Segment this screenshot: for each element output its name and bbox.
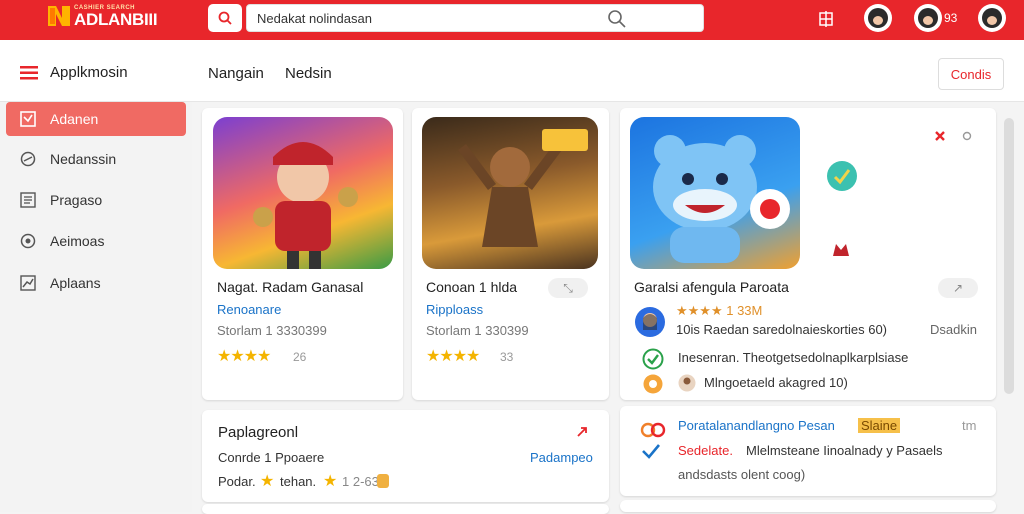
info-right-label: tm bbox=[962, 418, 977, 433]
info-panel[interactable]: Poratalanandlangno Pesan Slaine tm Sedel… bbox=[620, 406, 996, 496]
app-developer[interactable]: Ripploass bbox=[426, 302, 483, 317]
app-thumbnail bbox=[422, 117, 598, 269]
rating-count: 26 bbox=[293, 350, 307, 364]
target-icon bbox=[20, 233, 36, 249]
content-header: Nangain Nedsin bbox=[192, 40, 1024, 102]
sidebar-item-adanen[interactable]: Adanen bbox=[6, 102, 186, 136]
search-icon bbox=[218, 11, 232, 25]
tab-nedsin[interactable]: Nedsin bbox=[285, 65, 332, 82]
star-icon: ★ bbox=[323, 473, 338, 490]
promo-panel[interactable]: Paplagreonl Conrde 1 Ppoaere Padampeo Po… bbox=[202, 410, 609, 502]
rating-stars: ★★★★ bbox=[426, 348, 480, 365]
info-highlight: Sedelate. bbox=[678, 443, 733, 458]
conditions-button[interactable]: Condis bbox=[938, 58, 1004, 90]
app-card[interactable]: Nagat. Radam Ganasal Renoanare Storlam 1… bbox=[202, 108, 403, 400]
next-info-panel bbox=[620, 500, 996, 512]
status-badge: Slaine bbox=[858, 418, 901, 433]
info-line: andsdasts olent coog) bbox=[678, 467, 806, 482]
share-button[interactable]: ↗ bbox=[938, 278, 978, 298]
rating-line: ★★★★ 1 33M bbox=[676, 303, 763, 318]
brand-logo[interactable]: CASHIER SEARCH ADLANBIII bbox=[48, 4, 158, 29]
app-title: Garalsi afengula Paroata bbox=[634, 279, 789, 295]
app-title: Conoan 1 hlda bbox=[426, 279, 518, 295]
logo-mark-icon bbox=[48, 4, 70, 28]
coin-icon bbox=[377, 474, 389, 488]
list-icon bbox=[20, 192, 36, 208]
verified-check-icon bbox=[642, 444, 660, 459]
link-icon bbox=[640, 422, 666, 438]
sidebar-item-label: Aeimoas bbox=[50, 233, 105, 249]
menu-icon[interactable] bbox=[20, 66, 38, 80]
panel-tag: tehan. bbox=[280, 474, 317, 489]
sidebar-header: Applkmosin bbox=[0, 40, 192, 102]
app-card[interactable]: Conoan 1 hlda ⤡ Ripploass Storlam 1 3303… bbox=[412, 108, 609, 400]
sidebar-item-label: Nedanssin bbox=[50, 151, 117, 167]
info-line[interactable]: Poratalanandlangno Pesan bbox=[678, 418, 835, 433]
sidebar-title: Applkmosin bbox=[50, 64, 128, 81]
sidebar-item-label: Pragaso bbox=[50, 192, 103, 208]
brand-name: ADLANBIII bbox=[74, 9, 158, 29]
description-line: 10is Raedan saredolnaieskorties 60) bbox=[676, 322, 888, 337]
trend-arrow-icon[interactable] bbox=[576, 424, 592, 440]
feature-line: Mlngoetaeld akagred 10) bbox=[704, 375, 848, 390]
app-icon bbox=[20, 111, 36, 127]
pin-icon[interactable] bbox=[934, 130, 946, 142]
award-icon bbox=[643, 374, 663, 394]
scrollbar[interactable] bbox=[1004, 118, 1014, 394]
avatar[interactable] bbox=[864, 4, 892, 32]
sidebar-item-label: Adanen bbox=[50, 111, 99, 127]
panel-link[interactable]: Padampeo bbox=[530, 450, 593, 465]
sidebar-item-pragaso[interactable]: Pragaso bbox=[6, 183, 186, 217]
feature-line: Inesenran. Theotgetsedolnaplkarplsiase bbox=[678, 350, 909, 365]
sidebar-item-aplaans[interactable]: Aplaans bbox=[6, 266, 186, 300]
search-input[interactable] bbox=[247, 10, 647, 26]
sidebar-item-label: Aplaans bbox=[50, 275, 101, 291]
magnifier-icon[interactable] bbox=[607, 9, 627, 29]
character-icon bbox=[827, 237, 855, 265]
star-icon: ★ bbox=[260, 473, 275, 490]
app-meta: Storlam 1 330399 bbox=[426, 323, 529, 338]
panel-title: Paplagreonl bbox=[218, 424, 299, 441]
featured-app-card[interactable]: Garalsi afengula Paroata ↗ ★★★★ 1 33M 10… bbox=[620, 108, 996, 400]
sidebar-item-aeimoas[interactable]: Aeimoas bbox=[6, 224, 186, 258]
rating-count: 33 bbox=[500, 350, 514, 364]
user-mini-icon bbox=[678, 374, 696, 392]
rating-stars: ★★★★ bbox=[217, 348, 271, 365]
compass-icon bbox=[20, 151, 36, 167]
feature-badge-icon bbox=[827, 161, 857, 191]
panel-row-text: Conrde 1 Ppoaere bbox=[218, 450, 325, 465]
app-meta: Storlam 1 3330399 bbox=[217, 323, 327, 338]
notification-count: 93 bbox=[944, 11, 958, 25]
check-icon bbox=[642, 348, 664, 370]
category-tag[interactable]: Dsadkin bbox=[930, 322, 977, 337]
developer-avatar-icon bbox=[635, 307, 665, 337]
avatar-notifications[interactable] bbox=[914, 4, 942, 32]
expand-button[interactable]: ⤡ bbox=[548, 278, 588, 298]
app-developer[interactable]: Renoanare bbox=[217, 302, 281, 317]
panel-count: 1 2-63 bbox=[342, 474, 379, 489]
next-panel bbox=[202, 504, 609, 514]
panel-row-text: Podar. bbox=[218, 474, 256, 489]
app-thumbnail bbox=[630, 117, 800, 269]
apps-grid-icon[interactable] bbox=[817, 10, 835, 28]
more-dot-icon[interactable] bbox=[962, 131, 972, 141]
app-thumbnail bbox=[213, 117, 393, 269]
chart-icon bbox=[20, 275, 36, 291]
tab-nangain[interactable]: Nangain bbox=[208, 65, 264, 82]
user-avatar[interactable] bbox=[978, 4, 1006, 32]
search-bar[interactable] bbox=[246, 4, 704, 32]
sidebar-item-nedanssin[interactable]: Nedanssin bbox=[6, 142, 186, 176]
search-scope-button[interactable] bbox=[208, 4, 242, 32]
app-title: Nagat. Radam Ganasal bbox=[217, 279, 364, 295]
info-line: Mlelmsteane Iinoalnady y Pasaels bbox=[746, 443, 943, 458]
